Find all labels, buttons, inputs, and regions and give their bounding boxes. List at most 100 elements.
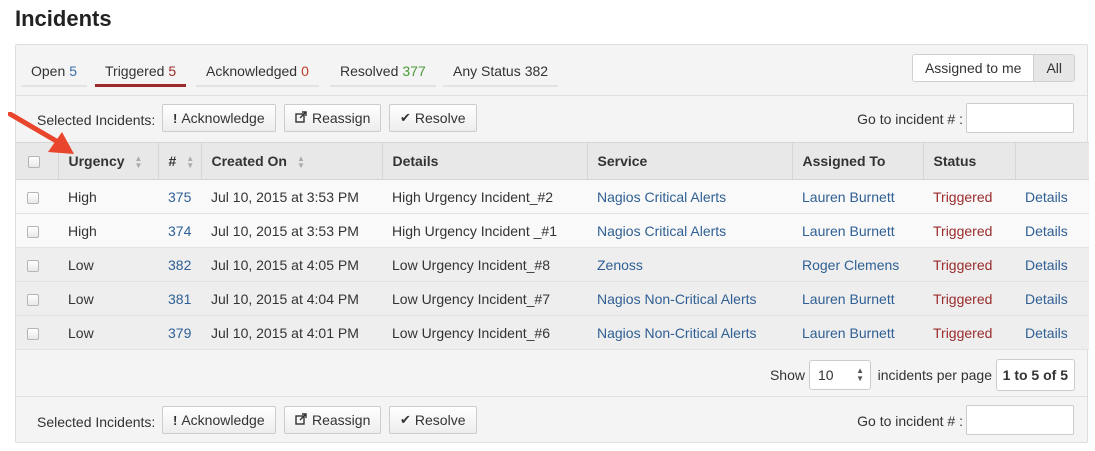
incident-number-link[interactable]: 375	[158, 179, 201, 214]
exclamation-icon: !	[173, 110, 178, 126]
tab-count: 5	[168, 63, 177, 79]
reassign-button[interactable]: Reassign	[284, 406, 382, 434]
urgency-cell: High	[58, 179, 158, 214]
details-cell: Low Urgency Incident_#6	[382, 315, 587, 350]
row-checkbox[interactable]	[27, 327, 39, 340]
assignee-link[interactable]: Roger Clemens	[792, 247, 923, 282]
tab-count: 382	[524, 63, 549, 79]
created-on-cell: Jul 10, 2015 at 4:04 PM	[201, 281, 382, 316]
acknowledge-label: Acknowledge	[181, 110, 265, 126]
assignee-link[interactable]: Lauren Burnett	[792, 315, 923, 350]
tab-label: Open	[31, 63, 66, 79]
row-checkbox[interactable]	[27, 225, 39, 238]
service-link[interactable]: Nagios Non-Critical Alerts	[587, 315, 792, 350]
created-on-column-header[interactable]: Created On ▲ ▼	[201, 142, 383, 180]
incident-number-link[interactable]: 379	[158, 315, 201, 350]
assignee-link[interactable]: Lauren Burnett	[792, 179, 923, 214]
status-column-header: Status	[923, 142, 1016, 180]
selected-incidents-label: Selected Incidents:	[37, 414, 156, 430]
sort-icon: ▲ ▼	[186, 154, 195, 171]
resolve-label: Resolve	[414, 110, 466, 126]
incident-number-link[interactable]: 382	[158, 247, 201, 282]
annotation-arrow-icon	[8, 112, 74, 154]
urgency-cell: Low	[58, 247, 158, 282]
assignee-link[interactable]: Lauren Burnett	[792, 213, 923, 248]
tab-triggered[interactable]: Triggered 5	[95, 63, 187, 87]
service-link[interactable]: Nagios Non-Critical Alerts	[587, 281, 792, 316]
per-page-select[interactable]: 10 ▲ ▼	[809, 360, 871, 390]
goto-incident-input[interactable]	[966, 405, 1074, 435]
divider	[16, 95, 1087, 96]
incident-number-link[interactable]: 381	[158, 281, 201, 316]
service-link[interactable]: Nagios Critical Alerts	[587, 213, 792, 248]
row-checkbox[interactable]	[27, 191, 39, 204]
checkmark-icon: ✔	[400, 412, 411, 427]
created-on-cell: Jul 10, 2015 at 4:05 PM	[201, 247, 382, 282]
show-label: Show	[769, 367, 805, 383]
acknowledge-button[interactable]: ! Acknowledge	[162, 104, 276, 132]
resolve-label: Resolve	[414, 412, 466, 428]
goto-incident-label: Go to incident # :	[857, 413, 963, 429]
details-link[interactable]: Details	[1015, 315, 1089, 350]
acknowledge-button[interactable]: ! Acknowledge	[162, 406, 276, 434]
details-link[interactable]: Details	[1015, 179, 1089, 214]
service-link[interactable]: Zenoss	[587, 247, 792, 282]
details-link[interactable]: Details	[1015, 281, 1089, 316]
status-cell: Triggered	[923, 247, 1015, 282]
incident-number-link[interactable]: 374	[158, 213, 201, 248]
tab-open[interactable]: Open 5	[21, 63, 88, 87]
divider	[16, 396, 1087, 397]
tab-acknowledged[interactable]: Acknowledged 0	[196, 63, 319, 87]
table-row: Low 382 Jul 10, 2015 at 4:05 PM Low Urge…	[16, 247, 1089, 282]
reassign-label: Reassign	[312, 412, 371, 428]
acknowledge-label: Acknowledge	[181, 412, 265, 428]
details-link[interactable]: Details	[1015, 247, 1089, 282]
resolve-button[interactable]: ✔ Resolve	[389, 104, 477, 132]
pagination: Show 10 ▲ ▼ incidents per page 1 to 5 of …	[16, 354, 1087, 394]
sort-icon: ▲ ▼	[296, 154, 305, 171]
urgency-cell: Low	[58, 315, 158, 350]
urgency-cell: High	[58, 213, 158, 248]
assigned-to-me-button[interactable]: Assigned to me	[912, 55, 1034, 81]
tab-count: 5	[69, 63, 78, 79]
per-page-label: incidents per page	[877, 367, 992, 383]
status-tabs: Open 5 Triggered 5 Acknowledged 0 Resolved 3…	[16, 45, 1087, 95]
tab-label: Acknowledged	[206, 63, 298, 79]
select-arrows-icon: ▲ ▼	[856, 366, 864, 383]
tab-label: Resolved	[340, 63, 399, 79]
share-icon	[295, 110, 308, 126]
details-column-header: Details	[382, 142, 588, 180]
share-icon	[295, 412, 308, 428]
all-button[interactable]: All	[1033, 55, 1074, 81]
details-cell: Low Urgency Incident_#8	[382, 247, 587, 282]
exclamation-icon: !	[173, 412, 178, 428]
tab-resolved[interactable]: Resolved 377	[330, 63, 436, 87]
assignee-link[interactable]: Lauren Burnett	[792, 281, 923, 316]
created-on-cell: Jul 10, 2015 at 4:01 PM	[201, 315, 382, 350]
goto-incident-label: Go to incident # :	[857, 111, 963, 127]
details-cell: High Urgency Incident _#1	[382, 213, 587, 248]
reassign-button[interactable]: Reassign	[284, 104, 382, 132]
table-row: Low 381 Jul 10, 2015 at 4:04 PM Low Urge…	[16, 281, 1089, 316]
checkmark-icon: ✔	[400, 110, 411, 125]
table-header-row: Urgency ▲ ▼ # ▲ ▼ Created On ▲ ▼ Details Servi…	[16, 142, 1089, 180]
service-link[interactable]: Nagios Critical Alerts	[587, 179, 792, 214]
row-checkbox[interactable]	[27, 259, 39, 272]
tab-any-status[interactable]: Any Status 382	[443, 63, 559, 87]
resolve-button[interactable]: ✔ Resolve	[389, 406, 477, 434]
created-on-cell: Jul 10, 2015 at 3:53 PM	[201, 213, 382, 248]
details-cell: High Urgency Incident_#2	[382, 179, 587, 214]
sort-icon: ▲ ▼	[134, 154, 143, 171]
actions-column-header	[1015, 142, 1089, 180]
table-row: Low 379 Jul 10, 2015 at 4:01 PM Low Urge…	[16, 315, 1089, 350]
assignment-filter: Assigned to me All	[911, 54, 1075, 82]
assigned-to-column-header: Assigned To	[792, 142, 924, 180]
tab-count: 0	[301, 63, 309, 79]
details-link[interactable]: Details	[1015, 213, 1089, 248]
incidents-panel: Open 5 Triggered 5 Acknowledged 0 Resolved 3…	[15, 44, 1089, 443]
row-checkbox[interactable]	[27, 293, 39, 306]
page-range-indicator: 1 to 5 of 5	[995, 359, 1075, 391]
number-column-header[interactable]: # ▲ ▼	[158, 142, 202, 180]
status-cell: Triggered	[923, 213, 1015, 248]
goto-incident-input[interactable]	[966, 103, 1074, 133]
